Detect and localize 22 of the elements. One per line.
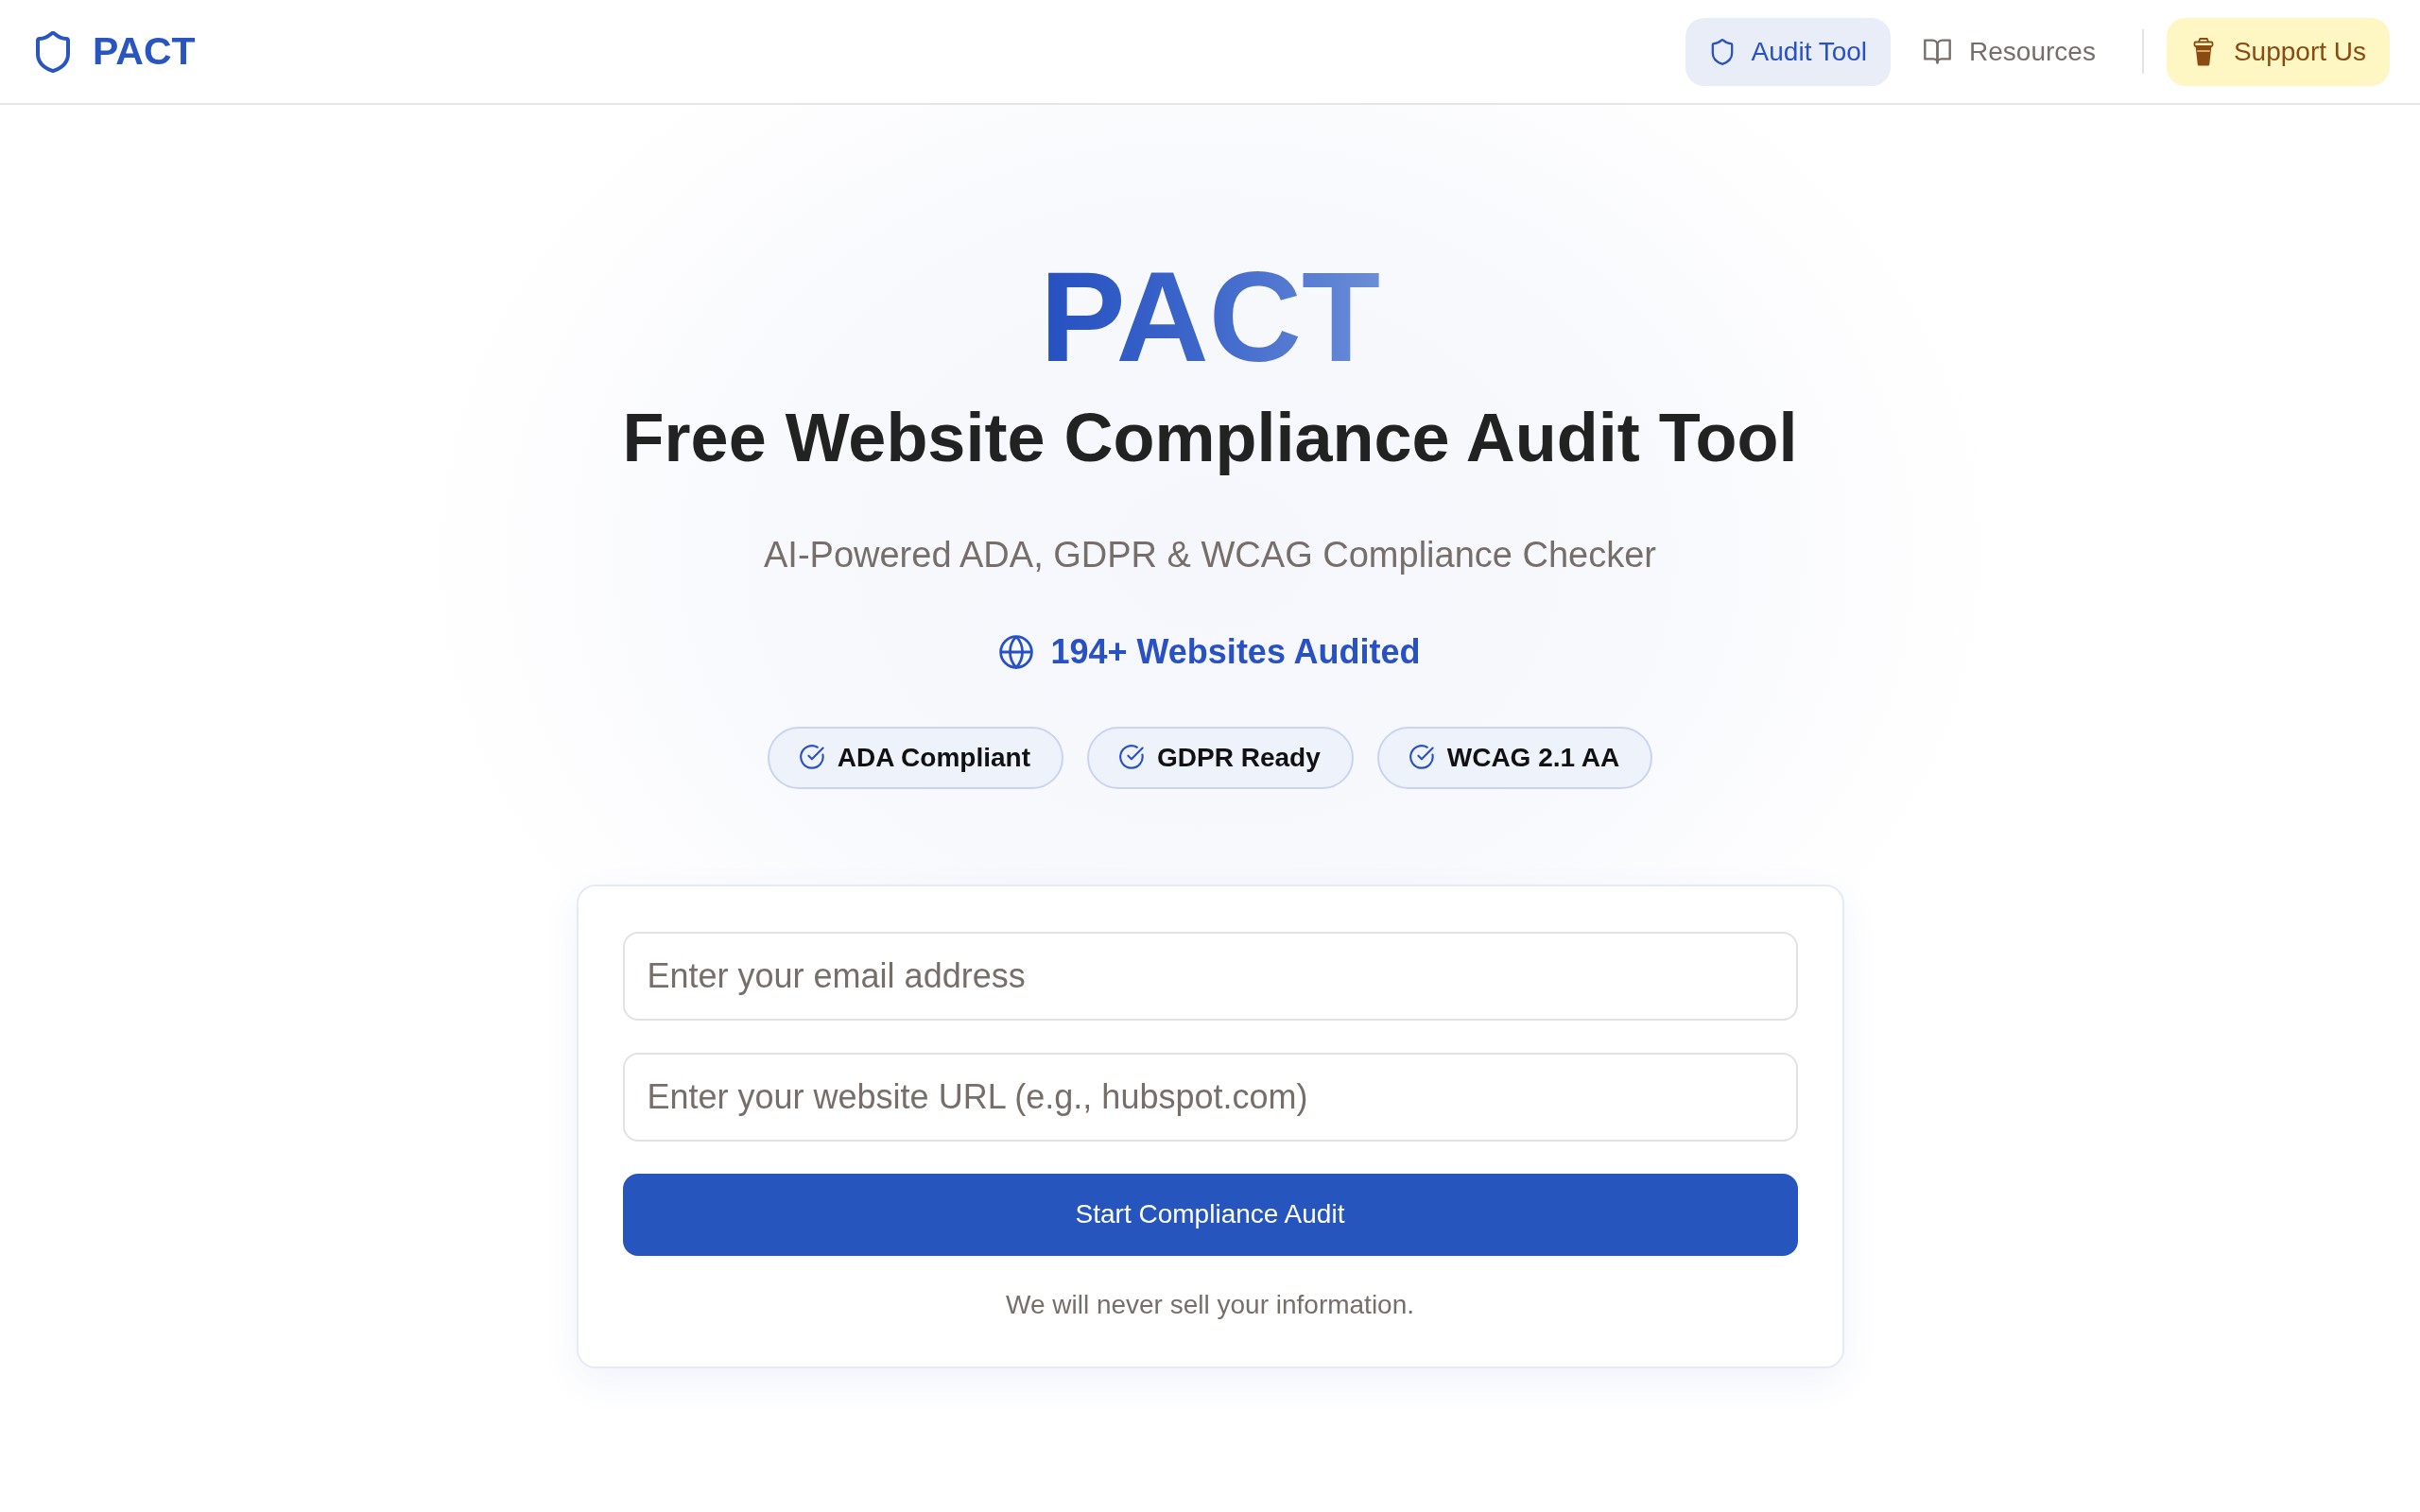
privacy-note: We will never sell your information. bbox=[1005, 1288, 1415, 1321]
check-circle-icon bbox=[799, 745, 825, 771]
support-button[interactable]: Support Us bbox=[2166, 17, 2390, 86]
page-title: Free Website Compliance Audit Tool bbox=[622, 399, 1798, 477]
cup-icon bbox=[2192, 37, 2214, 66]
check-circle-icon bbox=[1409, 745, 1435, 771]
badge-label: GDPR Ready bbox=[1157, 742, 1321, 773]
logo-text[interactable]: PACT bbox=[93, 32, 196, 71]
badge-label: ADA Compliant bbox=[837, 742, 1030, 773]
url-field[interactable]: Enter your website URL (e.g., hubspot.com) bbox=[622, 1052, 1798, 1142]
shield-icon bbox=[1710, 38, 1734, 65]
subtitle: AI-Powered ADA, GDPR & WCAG Compliance Checker bbox=[764, 534, 1656, 577]
submit-button[interactable]: Start Compliance Audit bbox=[622, 1173, 1798, 1256]
badge-label: WCAG 2.1 AA bbox=[1446, 742, 1620, 773]
email-field[interactable]: Enter your email address bbox=[622, 931, 1798, 1021]
globe-icon bbox=[999, 635, 1034, 670]
nav-link[interactable]: Resources bbox=[1898, 17, 2119, 86]
nav-link[interactable]: Audit Tool bbox=[1685, 17, 1892, 86]
book-icon bbox=[1924, 39, 1952, 64]
check-circle-icon bbox=[1119, 745, 1145, 771]
stat-text: 194+ Websites Audited bbox=[1050, 630, 1421, 673]
shield-icon bbox=[36, 30, 70, 73]
